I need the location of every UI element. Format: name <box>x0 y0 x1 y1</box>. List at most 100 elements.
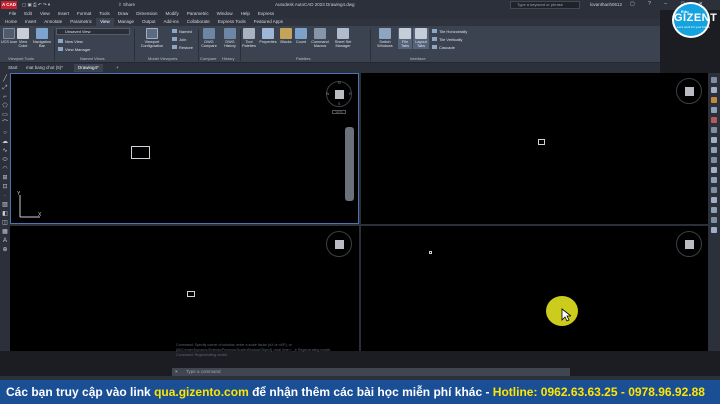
panel-palettes[interactable]: Palettes <box>296 56 310 61</box>
line-tool-icon[interactable]: ╱ <box>2 76 8 82</box>
viewport-configuration-button[interactable]: Viewport Configuration <box>136 28 168 49</box>
extend-icon[interactable] <box>711 177 717 183</box>
menu-tools[interactable]: Tools <box>95 10 114 18</box>
rectangle-object[interactable] <box>538 139 545 145</box>
circle-tool-icon[interactable]: ○ <box>2 130 8 136</box>
panel-named-views[interactable]: Named Views <box>80 56 105 61</box>
viewcube-face[interactable] <box>335 90 344 99</box>
command-line[interactable]: × Type a command <box>172 368 570 376</box>
construction-line-icon[interactable]: ⤢ <box>2 85 8 91</box>
tab-add-ins[interactable]: Add-ins <box>160 18 183 26</box>
search-input[interactable]: Type a keyword or phrase <box>510 1 580 9</box>
switch-windows-button[interactable]: Switch Windows <box>374 28 396 49</box>
rectangle-tool-icon[interactable]: ▭ <box>2 112 8 118</box>
viewcube-face[interactable] <box>685 87 694 96</box>
file-tab-start[interactable]: Start <box>4 64 22 72</box>
join-icon[interactable] <box>711 197 717 203</box>
viewcube-face[interactable] <box>335 240 344 249</box>
polygon-tool-icon[interactable]: ⬠ <box>2 103 8 109</box>
viewcube[interactable]: N S W E <box>326 81 352 107</box>
tile-vertically-button[interactable]: Tile Vertically <box>432 36 462 42</box>
new-tab-button[interactable]: + <box>112 64 123 72</box>
table-tool-icon[interactable]: ▦ <box>2 229 8 235</box>
tab-insert[interactable]: Insert <box>21 18 40 26</box>
rotate-icon[interactable] <box>711 137 717 143</box>
viewcube[interactable] <box>676 78 702 104</box>
tab-parametric[interactable]: Parametric <box>66 18 96 26</box>
menu-edit[interactable]: Edit <box>20 10 36 18</box>
panel-interface[interactable]: Interface <box>410 56 426 61</box>
tab-collaborate[interactable]: Collaborate <box>183 18 214 26</box>
menu-dimension[interactable]: Dimension <box>132 10 161 18</box>
ellipse-tool-icon[interactable]: ⬭ <box>2 157 8 163</box>
tool-palettes-button[interactable]: Tool Palettes <box>241 28 257 49</box>
named-viewports-button[interactable]: Named <box>172 28 192 34</box>
user-account[interactable]: lovanthanh0612 <box>590 2 622 7</box>
tab-view[interactable]: View <box>96 18 114 26</box>
viewport-top-left[interactable]: N S W E WCS Y X <box>10 73 359 224</box>
gradient-tool-icon[interactable]: ◧ <box>2 211 8 217</box>
command-macros-button[interactable]: Command Macros <box>309 28 331 49</box>
dwg-history-button[interactable]: DWG History <box>220 28 240 49</box>
tab-annotate[interactable]: Annotate <box>40 18 66 26</box>
count-button[interactable]: Count <box>294 28 308 44</box>
chamfer-icon[interactable] <box>711 207 717 213</box>
rectangle-object[interactable] <box>131 146 150 159</box>
array-icon[interactable] <box>711 117 717 123</box>
ellipse-arc-icon[interactable]: ◠ <box>2 166 8 172</box>
menu-view[interactable]: View <box>36 10 54 18</box>
menu-parametric[interactable]: Parametric <box>183 10 213 18</box>
spline-tool-icon[interactable]: ∿ <box>2 148 8 154</box>
fillet-icon[interactable] <box>711 217 717 223</box>
menu-help[interactable]: Help <box>237 10 254 18</box>
tab-express-tools[interactable]: Express Tools <box>214 18 250 26</box>
properties-button[interactable]: Properties <box>258 28 278 44</box>
stretch-icon[interactable] <box>711 157 717 163</box>
hatch-tool-icon[interactable]: ▨ <box>2 202 8 208</box>
named-view-dropdown[interactable]: Unsaved View <box>56 28 130 35</box>
panel-compare[interactable]: Compare <box>200 56 216 61</box>
menu-modify[interactable]: Modify <box>162 10 183 18</box>
viewport-bottom-right[interactable] <box>361 226 708 351</box>
dwg-compare-button[interactable]: DWG Compare <box>199 28 219 49</box>
trim-icon[interactable] <box>711 167 717 173</box>
menu-insert[interactable]: Insert <box>54 10 73 18</box>
viewcube[interactable] <box>326 231 352 257</box>
file-tab-drawing4[interactable]: Drawing4* <box>74 64 103 72</box>
file-tab-mat-bang-chot[interactable]: mat bang chot (5)* <box>22 64 67 72</box>
file-tabs-toggle[interactable]: File Tabs <box>398 28 412 49</box>
sheet-set-manager-button[interactable]: Sheet Set Manager <box>332 28 354 49</box>
cascade-button[interactable]: Cascade <box>432 44 455 50</box>
viewcube[interactable] <box>676 231 702 257</box>
menu-express[interactable]: Express <box>254 10 278 18</box>
autocad-logo[interactable]: A CAD <box>1 1 17 9</box>
wcs-menu[interactable]: WCS <box>332 110 346 114</box>
rectangle-object[interactable] <box>187 291 195 297</box>
menu-format[interactable]: Format <box>73 10 95 18</box>
quick-access-toolbar[interactable]: ▢ ▣ ⎙ ↶ ↷ ▾ <box>22 2 50 8</box>
erase-icon[interactable] <box>711 77 717 83</box>
mirror-icon[interactable] <box>711 97 717 103</box>
panel-model-viewports[interactable]: Model Viewports <box>148 56 178 61</box>
blocks-button[interactable]: Blocks <box>279 28 293 44</box>
rectangle-object[interactable] <box>429 251 432 254</box>
close-command-line-icon[interactable]: × <box>175 368 178 376</box>
navigation-bar[interactable] <box>345 127 354 201</box>
panel-viewport-tools[interactable]: Viewport Tools <box>8 56 34 61</box>
viewcube-face[interactable] <box>685 240 694 249</box>
command-input[interactable]: Type a command <box>186 369 221 374</box>
add-selected-icon[interactable]: ⊕ <box>2 247 8 253</box>
offset-icon[interactable] <box>711 107 717 113</box>
tab-featured-apps[interactable]: Featured Apps <box>250 18 287 26</box>
new-view-button[interactable]: New View <box>58 38 83 44</box>
restore-viewports-button[interactable]: Restore <box>172 44 193 50</box>
navigation-bar-button[interactable]: Navigation Bar <box>30 28 54 49</box>
explode-icon[interactable] <box>711 227 717 233</box>
insert-block-icon[interactable]: ⊞ <box>2 175 8 181</box>
menu-window[interactable]: Window <box>213 10 237 18</box>
menu-file[interactable]: File <box>5 10 20 18</box>
move-icon[interactable] <box>711 127 717 133</box>
multiline-text-icon[interactable]: A <box>2 238 8 244</box>
tab-home[interactable]: Home <box>1 18 21 26</box>
tile-horizontally-button[interactable]: Tile Horizontally <box>432 28 467 34</box>
